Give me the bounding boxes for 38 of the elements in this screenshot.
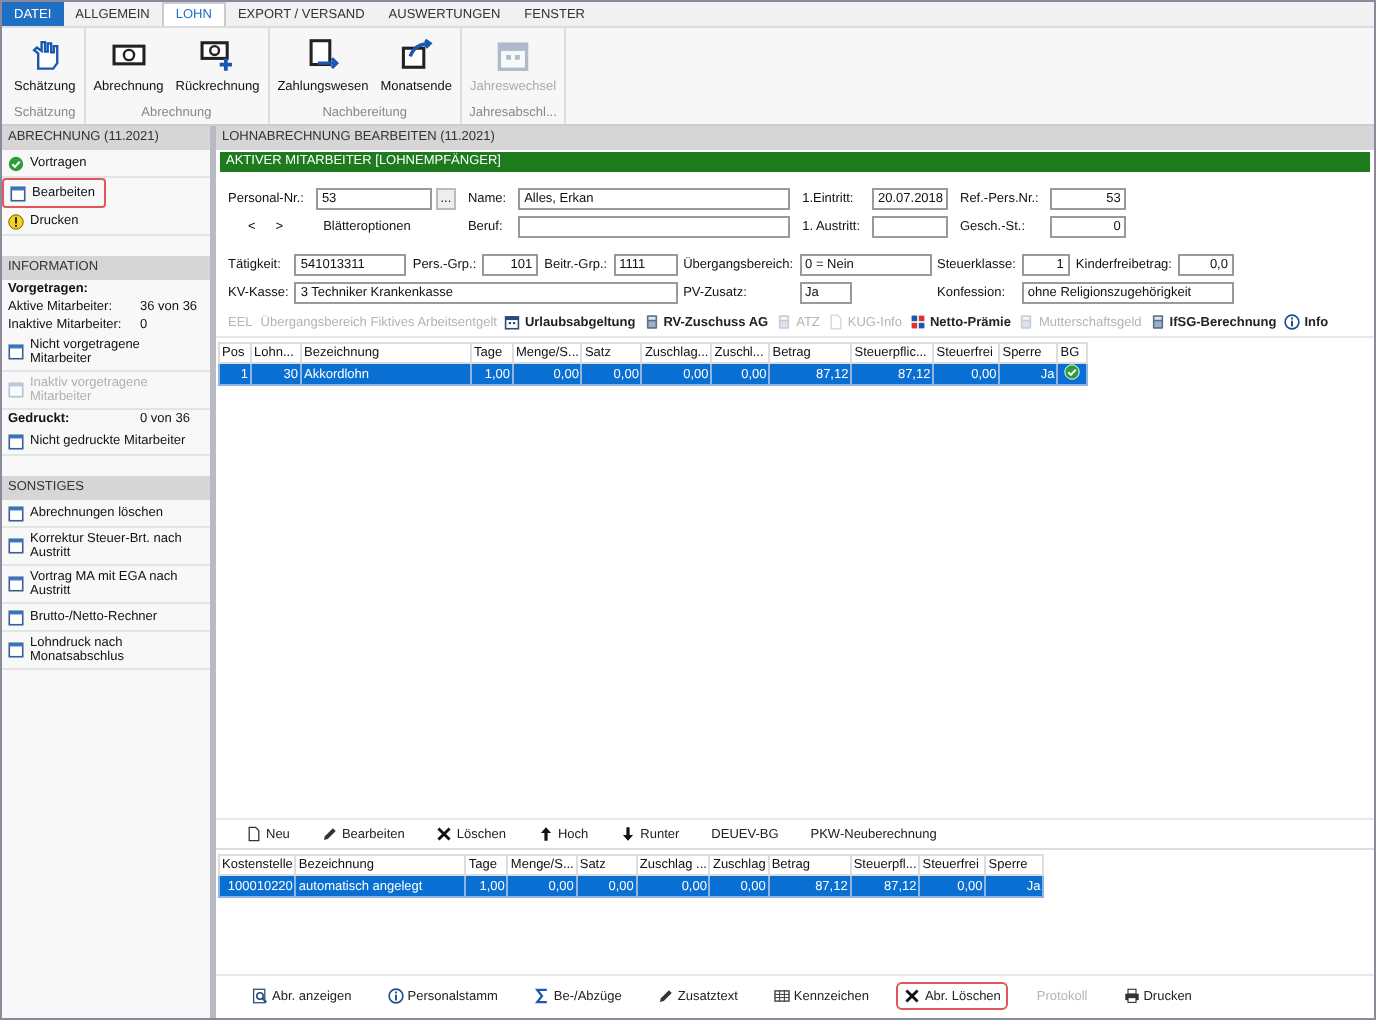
window-icon xyxy=(8,344,24,360)
up-arrow-icon xyxy=(537,826,554,842)
exclamation-icon xyxy=(8,213,24,229)
printer-icon xyxy=(1123,988,1140,1004)
grid-icon xyxy=(909,314,926,330)
document-icon xyxy=(827,314,844,330)
down-arrow-icon xyxy=(620,826,637,842)
calendar-icon xyxy=(504,314,521,330)
cross-icon xyxy=(904,988,921,1004)
hand-icon xyxy=(27,38,62,72)
box-arrow-icon xyxy=(399,38,434,72)
pencil-icon xyxy=(321,826,338,842)
banknote-plus-icon xyxy=(200,38,235,72)
table-icon xyxy=(773,988,790,1004)
calculator-icon xyxy=(1149,314,1166,330)
input-field[interactable] xyxy=(518,216,791,238)
calculator-icon xyxy=(643,314,660,330)
window-icon xyxy=(8,538,24,554)
window-icon xyxy=(8,642,24,658)
window-icon xyxy=(10,185,26,201)
calendar-icon xyxy=(496,38,531,72)
window-icon xyxy=(8,433,24,449)
check-circle-icon xyxy=(8,155,24,171)
window-icon xyxy=(8,609,24,625)
calculator-icon xyxy=(776,314,793,330)
input-field[interactable] xyxy=(872,216,948,238)
sigma-icon xyxy=(533,988,550,1004)
magnifier-icon xyxy=(252,988,268,1004)
window-icon xyxy=(8,382,24,398)
cross-icon xyxy=(436,826,453,842)
info-icon xyxy=(1284,314,1301,330)
page-icon xyxy=(246,826,262,842)
pencil-icon xyxy=(657,988,674,1004)
info-icon xyxy=(387,988,404,1004)
calculator-icon xyxy=(1018,314,1035,330)
document-arrow-icon xyxy=(305,38,340,72)
window-icon xyxy=(8,505,24,521)
window-icon xyxy=(8,576,24,592)
